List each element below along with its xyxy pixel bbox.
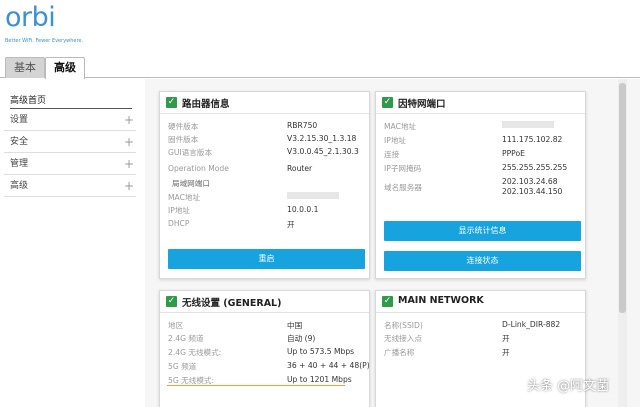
row-value: 开 xyxy=(502,348,510,357)
row-value: 开 xyxy=(502,334,510,343)
row-label: DHCP xyxy=(168,219,190,228)
highlight-underline xyxy=(167,385,345,386)
row-label: 连接 xyxy=(384,150,400,159)
sidebar-item-management[interactable]: 管理 + xyxy=(4,153,136,175)
sidebar-item-security[interactable]: 安全 + xyxy=(4,131,136,153)
redacted-block xyxy=(502,120,554,128)
redacted-block xyxy=(287,191,339,199)
plus-icon: + xyxy=(123,179,134,193)
row-value: PPPoE xyxy=(502,149,525,158)
row-label: Operation Mode xyxy=(168,164,229,173)
scrollbar-thumb[interactable] xyxy=(619,83,626,313)
row-value: 202.103.44.150 xyxy=(502,187,563,196)
tab-basic[interactable]: 基本 xyxy=(5,57,45,78)
panel-header: ✓ 因特网端口 xyxy=(376,92,585,114)
row-value: 255.255.255.255 xyxy=(502,163,568,172)
row-value: 202.103.24.68 xyxy=(502,177,558,186)
sidebar-item-label: 高级 xyxy=(10,181,29,191)
tab-advanced[interactable]: 高级 xyxy=(45,57,85,79)
plus-icon: + xyxy=(123,157,134,171)
row-value: Up to 573.5 Mbps xyxy=(287,347,355,356)
scrollbar[interactable] xyxy=(618,79,627,407)
row-label: 局域网端口 xyxy=(172,179,210,188)
row-label: 无线接入点 xyxy=(384,334,422,343)
row-label: MAC地址 xyxy=(168,193,201,202)
row-label: 硬件版本 xyxy=(168,122,199,131)
row-label: MAC地址 xyxy=(384,122,417,131)
sidebar: 高级首页 设置 + 安全 + 管理 + 高级 + xyxy=(0,79,145,407)
mac-redacted xyxy=(287,190,339,199)
show-statistics-button[interactable]: 显示统计信息 xyxy=(384,221,581,241)
row-label: IP子网掩码 xyxy=(384,164,422,173)
sidebar-item-advanced[interactable]: 高级 + xyxy=(4,175,136,197)
row-value: V3.0.0.45_2.1.30.3 xyxy=(287,147,359,156)
row-label: 域名服务器 xyxy=(384,183,422,192)
panel-header: ✓ 无线设置 (GENERAL) xyxy=(160,291,369,313)
panel-header: ✓ 路由器信息 xyxy=(160,92,369,114)
sidebar-item-label: 设置 xyxy=(10,115,29,125)
row-value: D-Link_DIR-882 xyxy=(502,320,561,329)
row-value: RBR750 xyxy=(287,121,318,130)
row-label: 固件版本 xyxy=(168,135,199,144)
row-value: 10.0.0.1 xyxy=(287,205,319,214)
watermark: 头条 @阿文菌 xyxy=(527,379,610,394)
row-value: 中国 xyxy=(287,321,303,330)
row-value: Up to 1201 Mbps xyxy=(287,375,352,384)
mac-redacted xyxy=(502,119,554,128)
row-label: 5G 频道 xyxy=(168,362,197,371)
row-label: 广播名称 xyxy=(384,348,415,357)
plus-icon: + xyxy=(123,113,134,127)
row-value: 36 + 40 + 44 + 48(P) xyxy=(287,361,370,370)
header: orbi Better WiFi. Fewer Everywhere. xyxy=(0,0,640,55)
sidebar-item-label: 安全 xyxy=(10,137,29,147)
check-icon: ✓ xyxy=(382,296,393,307)
row-label: 地区 xyxy=(168,321,184,330)
sidebar-item-advanced-home[interactable]: 高级首页 xyxy=(10,93,132,109)
check-icon: ✓ xyxy=(166,97,177,108)
panel-title: 无线设置 (GENERAL) xyxy=(182,298,282,309)
row-label: IP地址 xyxy=(384,136,407,145)
reboot-button[interactable]: 重启 xyxy=(168,249,365,269)
orbi-logo: orbi xyxy=(5,2,56,33)
row-label: IP地址 xyxy=(168,206,191,215)
panel-header: ✓ MAIN NETWORK xyxy=(376,291,585,313)
panel-title: 因特网端口 xyxy=(398,99,446,110)
panel-title: MAIN NETWORK xyxy=(398,295,484,306)
row-value: Router xyxy=(287,164,313,173)
sidebar-item-setup[interactable]: 设置 + xyxy=(4,109,136,131)
row-value: 开 xyxy=(287,220,295,229)
tagline: Better WiFi. Fewer Everywhere. xyxy=(5,38,84,44)
router-info-panel: ✓ 路由器信息 硬件版本 RBR750 固件版本 V3.2.15.30_1.3.… xyxy=(159,91,370,279)
row-label: 名称(SSID) xyxy=(384,321,423,330)
row-label: 2.4G 频道 xyxy=(168,334,204,343)
plus-icon: + xyxy=(123,135,134,149)
row-label: 2.4G 无线模式: xyxy=(168,348,222,357)
check-icon: ✓ xyxy=(166,296,177,307)
sidebar-item-label: 管理 xyxy=(10,159,29,169)
internet-port-panel: ✓ 因特网端口 MAC地址 IP地址 111.175.102.82 连接 PPP… xyxy=(375,91,586,279)
row-value: 111.175.102.82 xyxy=(502,135,563,144)
main-content: 高级首页 设置 + 安全 + 管理 + 高级 + ✓ 路由器信息 硬件版本 RB… xyxy=(0,79,640,407)
row-value: 自动 (9) xyxy=(287,334,316,343)
panel-title: 路由器信息 xyxy=(182,99,230,110)
check-icon: ✓ xyxy=(382,97,393,108)
row-value: V3.2.15.30_1.3.18 xyxy=(287,134,357,143)
connection-status-button[interactable]: 连接状态 xyxy=(384,251,581,271)
wireless-settings-panel: ✓ 无线设置 (GENERAL) 地区 中国 2.4G 频道 自动 (9) 2.… xyxy=(159,290,370,407)
row-label: GUI语言版本 xyxy=(168,148,213,157)
tab-bar: 基本 高级 xyxy=(0,55,640,79)
